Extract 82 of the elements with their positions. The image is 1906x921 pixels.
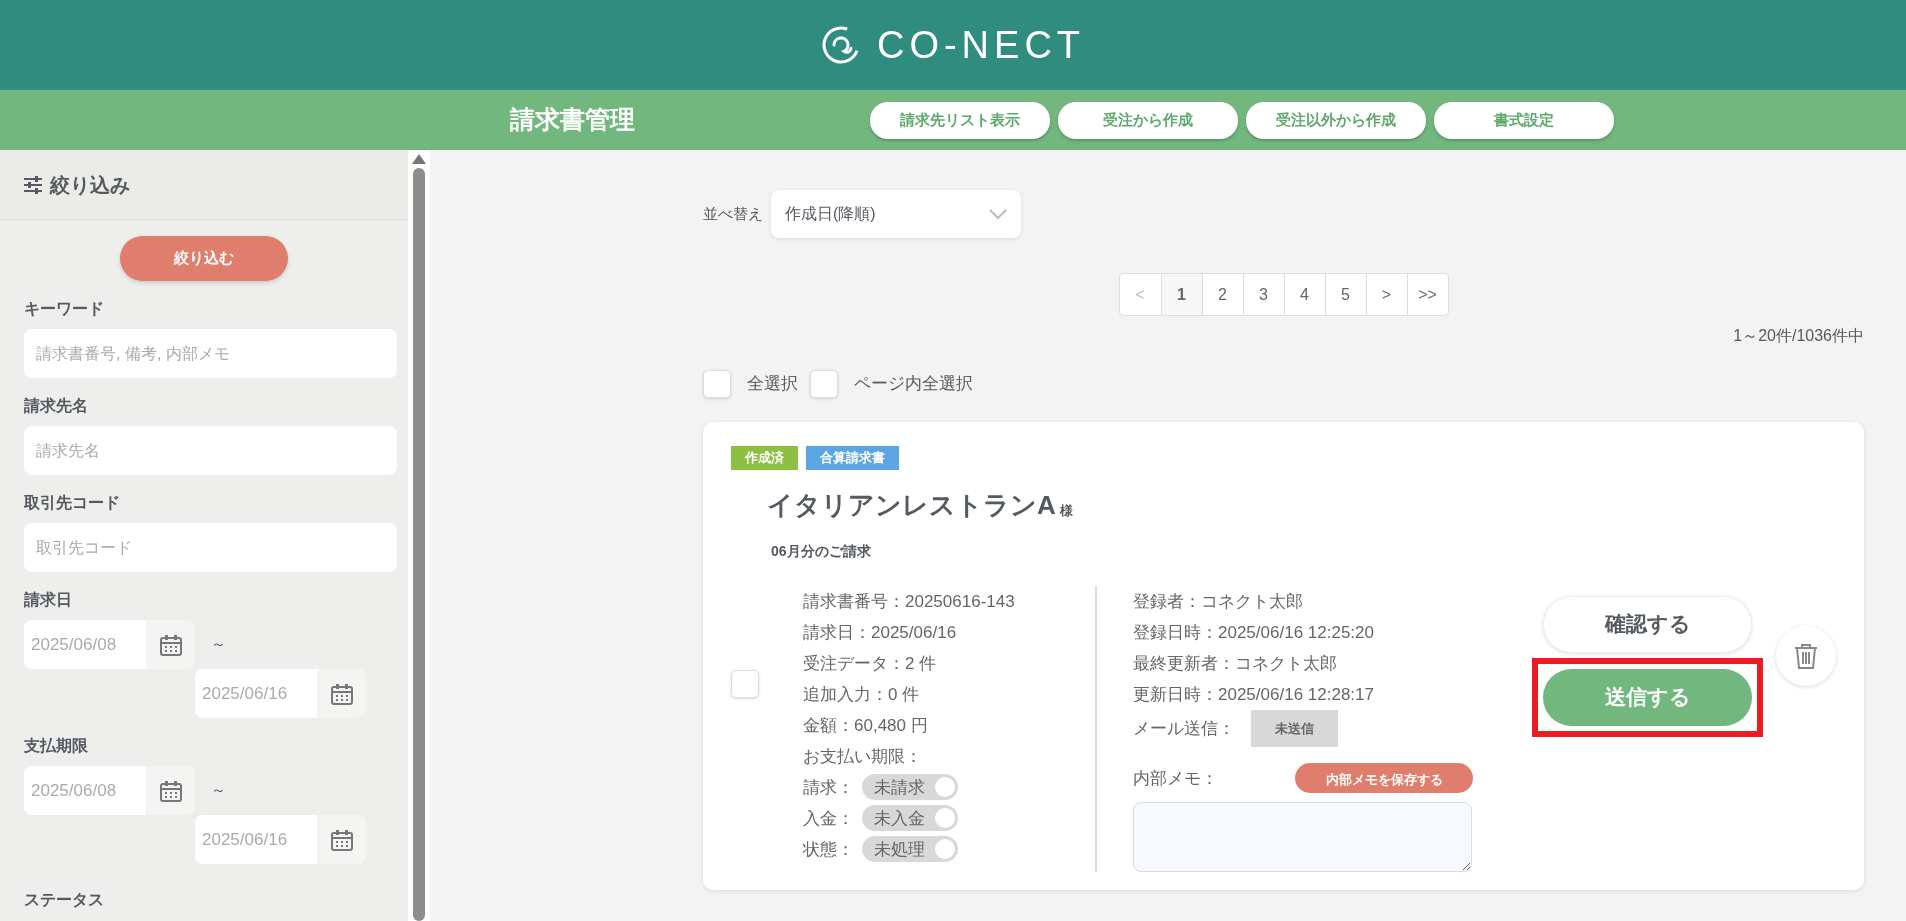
date-field[interactable]: 2025/06/16 — [195, 815, 366, 864]
calendar-icon — [330, 828, 353, 851]
filter-icon — [24, 175, 42, 194]
meta-text: 登録日時：2025/06/16 12:25:20 — [1133, 621, 1375, 644]
range-separator: ～ — [211, 634, 226, 655]
toggle-text: 未入金 — [874, 807, 925, 830]
memo-label: 内部メモ： — [1133, 767, 1218, 790]
calendar-icon — [330, 682, 353, 705]
status-tag: 作成済 — [731, 446, 798, 470]
nav-button[interactable]: 受注から作成 — [1058, 101, 1238, 139]
toggle-label: 入金： — [803, 807, 854, 830]
chevron-down-icon — [989, 209, 1007, 219]
field-label: キーワード — [24, 299, 105, 319]
toggle-text: 未請求 — [874, 776, 925, 799]
date-field[interactable]: 2025/06/16 — [195, 669, 366, 718]
scroll-thumb[interactable] — [413, 168, 426, 921]
page-link[interactable]: > — [1365, 274, 1407, 315]
memo-field[interactable] — [1133, 801, 1472, 872]
calendar-icon — [159, 633, 182, 656]
sort-value: 作成日(降順) — [785, 204, 876, 224]
detail-text: 受注データ：2 件 — [803, 652, 938, 675]
meta-text: 最終更新者：コネクト太郎 — [1133, 652, 1338, 675]
nav-button[interactable]: 請求先リスト表示 — [870, 101, 1050, 139]
range-separator: ～ — [211, 780, 226, 801]
meta-text: 更新日時：2025/06/16 12:28:17 — [1133, 683, 1375, 706]
status-tag: 合算請求書 — [806, 446, 899, 470]
sort-label: 並べ替え — [703, 203, 763, 224]
status-toggle[interactable]: 未処理 — [862, 836, 958, 862]
mail-label: メール送信： — [1133, 717, 1235, 740]
client-name: イタリアンレストランA — [767, 488, 1056, 522]
scrollbar[interactable] — [408, 150, 430, 921]
detail-text: 請求書番号：20250616-143 — [803, 590, 1016, 613]
logo-icon — [820, 25, 861, 65]
field-label: 取引先コード — [24, 493, 121, 513]
text-field[interactable]: 請求書番号, 備考, 内部メモ — [24, 329, 397, 378]
checkbox-label: ページ内全選択 — [854, 373, 973, 396]
trash-icon — [1794, 642, 1818, 669]
sort-select[interactable]: 作成日(降順) — [771, 190, 1021, 238]
nav-button[interactable]: 書式設定 — [1434, 101, 1614, 139]
honorific: 様 — [1059, 502, 1073, 520]
page-link[interactable]: 2 — [1201, 274, 1243, 315]
date-field[interactable]: 2025/06/08 — [24, 766, 195, 815]
checkbox[interactable] — [703, 370, 731, 398]
page-title: 請求書管理 — [510, 104, 636, 136]
meta-text: 登録者：コネクト太郎 — [1133, 590, 1304, 613]
scroll-up-arrow-icon[interactable] — [412, 154, 427, 164]
logo-text: CO-NECT — [876, 22, 1086, 68]
date-field[interactable]: 2025/06/08 — [24, 620, 195, 669]
status-toggle[interactable]: 未請求 — [862, 774, 958, 800]
field-label: 請求先名 — [24, 396, 89, 416]
confirm-button[interactable]: 確認する — [1543, 595, 1752, 653]
page-link[interactable]: 1 — [1160, 274, 1202, 315]
invoice-subtitle: 06月分のご請求 — [770, 541, 872, 561]
field-label: 支払期限 — [24, 736, 89, 756]
result-count: 1～20件/1036件中 — [1732, 326, 1864, 346]
text-field[interactable]: 請求先名 — [24, 426, 397, 475]
field-label: 請求日 — [24, 590, 73, 610]
nav-button[interactable]: 受注以外から作成 — [1246, 101, 1426, 139]
section-heading: ステータス — [24, 890, 105, 910]
checkbox-label: 全選択 — [747, 373, 798, 396]
toggle-label: 請求： — [803, 776, 854, 799]
delete-button[interactable] — [1776, 625, 1836, 686]
mail-status: 未送信 — [1251, 709, 1338, 747]
status-toggle[interactable]: 未入金 — [862, 805, 958, 831]
page-link[interactable]: >> — [1406, 274, 1448, 315]
detail-text: お支払い期限： — [803, 745, 923, 768]
save-memo-button[interactable]: 内部メモを保存する — [1295, 763, 1473, 793]
calendar-icon — [159, 779, 182, 802]
checkbox[interactable] — [810, 370, 838, 398]
page-link[interactable]: 4 — [1283, 274, 1325, 315]
detail-text: 追加入力：0 件 — [803, 683, 921, 706]
detail-text: 金額：60,480 円 — [803, 714, 929, 737]
sidebar-title: 絞り込み — [50, 172, 130, 198]
page-link[interactable]: 3 — [1242, 274, 1284, 315]
filter-button[interactable]: 絞り込む — [120, 236, 289, 281]
text-field[interactable]: 取引先コード — [24, 523, 397, 572]
send-button[interactable]: 送信する — [1543, 668, 1752, 726]
page-link[interactable]: 5 — [1324, 274, 1366, 315]
detail-text: 請求日：2025/06/16 — [803, 621, 958, 644]
toggle-text: 未処理 — [874, 838, 925, 861]
toggle-label: 状態： — [803, 838, 854, 861]
checkbox[interactable] — [731, 669, 759, 698]
